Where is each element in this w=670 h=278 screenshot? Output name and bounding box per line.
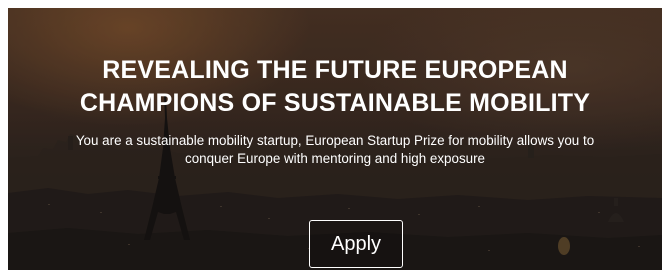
hero-subtitle-line-2: conquer Europe with mentoring and high e…	[185, 151, 485, 166]
hero-title-line-2: CHAMPIONS OF SUSTAINABLE MOBILITY	[79, 89, 591, 117]
hero-title: REVEALING THE FUTURE EUROPEAN CHAMPIONS …	[8, 54, 662, 120]
apply-button[interactable]: Apply	[309, 220, 403, 268]
hero-subtitle-line-1: You are a sustainable mobility startup, …	[75, 133, 595, 148]
hero-title-line-1: REVEALING THE FUTURE EUROPEAN	[102, 56, 568, 84]
hero-subtitle: You are a sustainable mobility startup, …	[28, 132, 642, 168]
hero-banner: REVEALING THE FUTURE EUROPEAN CHAMPIONS …	[8, 8, 662, 270]
